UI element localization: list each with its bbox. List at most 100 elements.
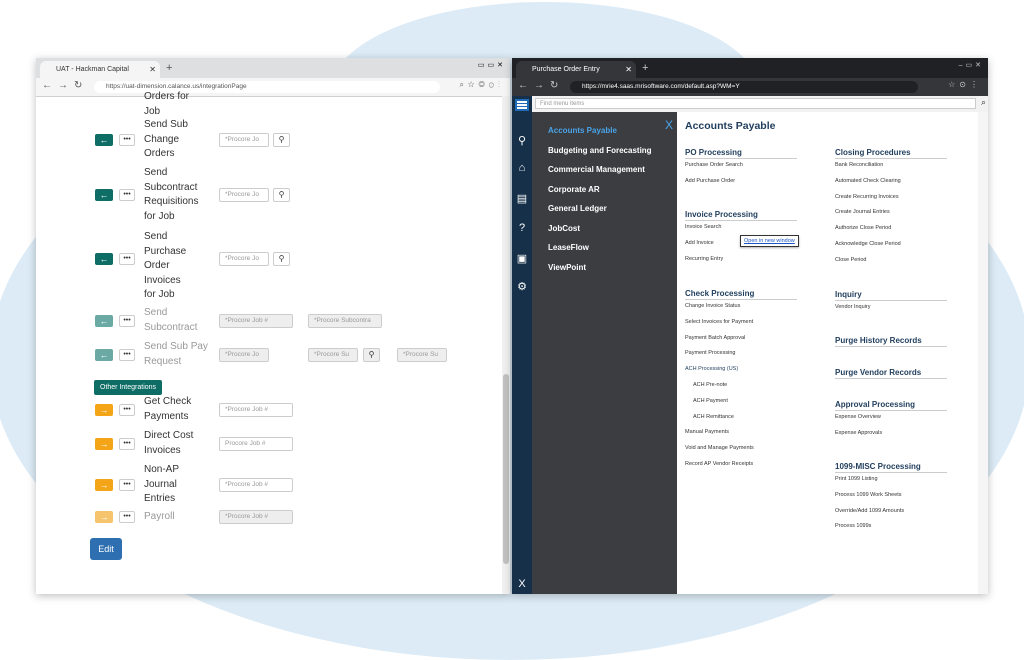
find-menu-input[interactable]: Find menu items [535,98,976,109]
menu-link[interactable]: Invoice Search [685,224,721,230]
reload-icon[interactable]: ↻ [74,80,82,91]
more-options-button[interactable]: ••• [119,314,135,327]
menu-link[interactable]: Record AP Vendor Receipts [685,461,753,467]
more-options-button[interactable]: ••• [119,511,135,524]
hamburger-menu-icon[interactable] [515,99,529,111]
browser-tab[interactable]: Purchase Order Entry ✕ [516,61,636,78]
menu-link[interactable]: Purchase Order Search [685,162,743,168]
menu-link[interactable]: Authorize Close Period [835,225,891,231]
procore-job-input[interactable]: *Procore Subcontra [308,313,382,328]
import-arrow-button[interactable]: → [95,478,113,491]
procore-job-input[interactable]: *Procore Su [397,347,447,362]
more-options-button[interactable]: ••• [119,189,135,201]
forward-icon[interactable]: → [58,80,68,91]
search-icon[interactable]: ⚲ [363,347,380,362]
new-tab-icon[interactable]: + [166,62,172,74]
search-icon[interactable]: ⚲ [273,132,290,147]
menu-link[interactable]: Automated Check Clearing [835,178,901,184]
scrollbar[interactable] [978,112,988,594]
menu-link[interactable]: Close Period [835,257,867,263]
import-arrow-button[interactable]: → [95,403,113,416]
menu-link[interactable]: Override/Add 1099 Amounts [835,508,904,514]
search-icon[interactable]: ⚲ [273,188,290,202]
menu-link[interactable]: Manual Payments [685,429,729,435]
other-integrations-button[interactable]: Other Integrations [94,380,163,395]
import-arrow-button[interactable]: → [95,511,113,524]
browser-tab[interactable]: UAT - Hackman Capital ✕ [40,61,160,78]
toolbar-icons[interactable]: ⌕☆◎⊙⋮ [459,80,504,90]
settings-icon[interactable]: ⚙ [512,280,532,293]
module-menu-item[interactable]: Accounts Payable [548,126,617,135]
window-controls[interactable]: –▭✕ [959,61,984,69]
menu-link[interactable]: Create Journal Entries [835,209,890,215]
edit-button[interactable]: Edit [90,538,122,560]
menu-link[interactable]: Expense Approvals [835,430,882,436]
menu-link[interactable]: Payment Processing [685,350,735,356]
close-panel-icon[interactable]: X [665,118,673,132]
module-menu-item[interactable]: Corporate AR [548,185,600,194]
search-icon[interactable]: ⚲ [273,252,290,266]
menu-link[interactable]: Create Recurring Invoices [835,194,899,200]
module-menu-item[interactable]: JobCost [548,224,580,233]
procore-job-input[interactable]: Procore Job # [219,436,293,451]
search-icon[interactable]: ⚲ [512,134,532,147]
forward-icon[interactable]: → [534,80,544,91]
procore-job-input[interactable]: *Procore Job # [219,477,293,492]
video-icon[interactable]: ▣ [512,252,532,265]
more-options-button[interactable]: ••• [119,403,135,416]
close-tab-icon[interactable]: ✕ [149,61,156,78]
import-arrow-button[interactable]: → [95,437,113,450]
menu-link[interactable]: Change Invoice Status [685,303,740,309]
export-arrow-button[interactable]: ← [95,133,113,146]
more-options-button[interactable]: ••• [119,348,135,361]
close-menu-icon[interactable]: X [512,578,532,590]
menu-link[interactable]: ACH Pre-note [693,382,727,388]
more-options-button[interactable]: ••• [119,133,135,146]
more-options-button[interactable]: ••• [119,437,135,450]
procore-job-input[interactable]: *Procore Jo [219,188,269,202]
menu-link[interactable]: Process 1099 Work Sheets [835,492,902,498]
report-icon[interactable]: ▤ [512,192,532,205]
module-menu-item[interactable]: Commercial Management [548,165,645,174]
menu-link[interactable]: Print 1099 Listing [835,476,878,482]
new-tab-icon[interactable]: + [642,62,648,74]
menu-link[interactable]: Vendor Inquiry [835,304,870,310]
menu-link[interactable]: Select Invoices for Payment [685,319,753,325]
menu-link[interactable]: Add Invoice [685,240,714,246]
more-options-button[interactable]: ••• [119,478,135,491]
module-menu-item[interactable]: ViewPoint [548,263,586,272]
procore-job-input[interactable]: *Procore Jo [219,347,269,362]
procore-job-input[interactable]: *Procore Job # [219,510,293,525]
menu-link[interactable]: ACH Remittance [693,414,734,420]
menu-link[interactable]: Recurring Entry [685,256,723,262]
export-arrow-button[interactable]: ← [95,348,113,361]
module-menu-item[interactable]: LeaseFlow [548,243,589,252]
close-tab-icon[interactable]: ✕ [625,61,632,78]
menu-link[interactable]: Add Purchase Order [685,178,735,184]
menu-link[interactable]: Expense Overview [835,414,881,420]
menu-link[interactable]: Payment Batch Approval [685,335,745,341]
module-menu-item[interactable]: General Ledger [548,204,607,213]
menu-link[interactable]: ACH Processing (US) [685,366,738,372]
scrollbar-thumb[interactable] [503,374,509,564]
export-arrow-button[interactable]: ← [95,314,113,327]
menu-link[interactable]: ACH Payment [693,398,728,404]
menu-link[interactable]: Bank Reconciliation [835,162,883,168]
menu-link[interactable]: Void and Manage Payments [685,445,754,451]
home-icon[interactable]: ⌂ [512,162,532,174]
back-icon[interactable]: ← [518,80,528,91]
export-arrow-button[interactable]: ← [95,189,113,201]
export-arrow-button[interactable]: ← [95,253,113,265]
back-icon[interactable]: ← [42,80,52,91]
module-menu-item[interactable]: Budgeting and Forecasting [548,146,652,155]
help-icon[interactable]: ? [512,222,532,234]
url-field[interactable]: https://mrie4.saas.mrisoftware.com/defau… [570,81,918,93]
procore-job-input[interactable]: *Procore Jo [219,132,269,147]
procore-job-input[interactable]: *Procore Su [308,347,358,362]
window-controls[interactable]: ▭▭✕ [478,61,506,69]
procore-job-input[interactable]: *Procore Job # [219,313,293,328]
more-options-button[interactable]: ••• [119,253,135,265]
procore-job-input[interactable]: *Procore Job # [219,402,293,417]
menu-link[interactable]: Acknowledge Close Period [835,241,901,247]
toolbar-icons[interactable]: ☆⊙⋮ [948,80,982,89]
